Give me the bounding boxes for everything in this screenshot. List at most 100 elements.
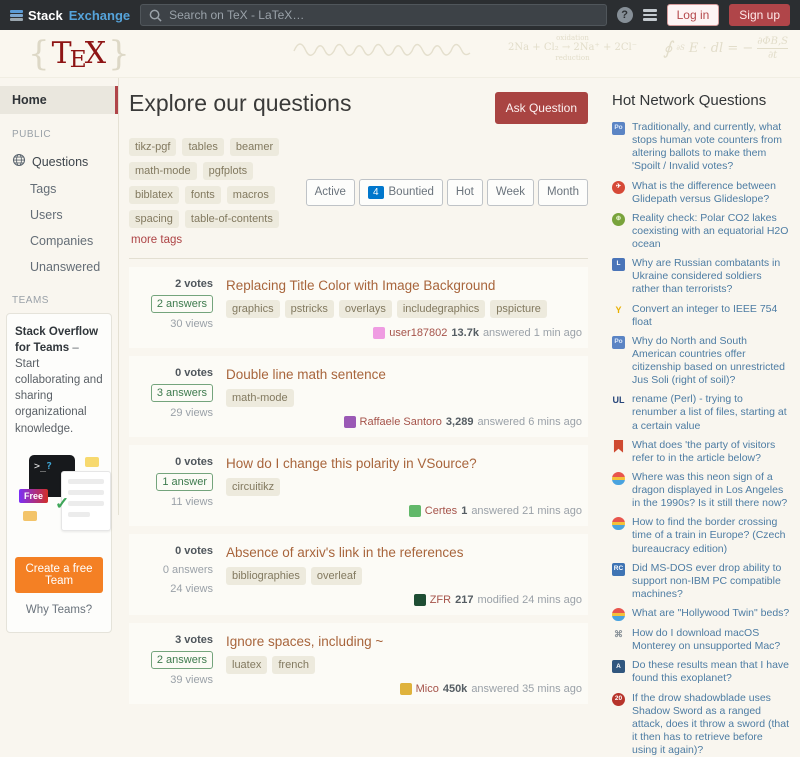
sidebar-item-unanswered[interactable]: Unanswered [0,254,118,280]
stackexchange-logo[interactable]: StackExchange [10,8,130,23]
tag-table-of-contents[interactable]: table-of-contents [185,210,279,228]
tag-overlays[interactable]: overlays [339,300,392,318]
question-title-link[interactable]: Ignore spaces, including ~ [226,634,582,649]
user-reputation: 450k [443,683,467,695]
aviation-icon: ✈ [612,181,625,194]
hot-question-link[interactable]: What are "Hollywood Twin" beds? [632,607,789,620]
sidebar-item-users[interactable]: Users [0,202,118,228]
question-stats: 2 votes2 answers30 views [129,278,213,339]
vote-count: 3 votes [175,634,213,646]
question-title-link[interactable]: How do I change this polarity in VSource… [226,456,582,471]
hot-question-link[interactable]: Do these results mean that I have found … [632,659,790,685]
tag-pgfplots[interactable]: pgfplots [203,162,254,180]
hot-question-link[interactable]: Convert an integer to IEEE 754 float [632,303,790,329]
user-link[interactable]: Raffaele Santoro [360,416,442,428]
user-reputation: 3,289 [446,416,474,428]
ask-question-button[interactable]: Ask Question [495,92,588,124]
logo-letter-t: T [52,36,72,71]
hot-question-link[interactable]: Why do North and South American countrie… [632,335,790,388]
question-list: 2 votes2 answers30 views Replacing Title … [129,267,588,704]
vote-count: 0 votes [175,456,213,468]
more-tags-link[interactable]: more tags [131,234,182,246]
hot-question-link[interactable]: Why are Russian combatants in Ukraine co… [632,257,790,296]
user-link[interactable]: Certes [425,505,457,517]
hot-question-link[interactable]: If the drow shadowblade uses Shadow Swor… [632,692,790,757]
hot-question-link[interactable]: How do I download macOS Monterey on unsu… [632,627,790,653]
stackexchange-logo-icon [10,10,23,21]
filter-tab-bountied[interactable]: 4Bountied [359,179,443,206]
tag-biblatex[interactable]: biblatex [129,186,179,204]
sidebar-item-home[interactable]: Home [0,86,118,114]
hot-question-link[interactable]: What does 'the party of visitors refer t… [632,439,790,465]
activity-text: modified 24 mins ago [477,594,582,606]
tag-pspicture[interactable]: pspicture [490,300,547,318]
page-title: Explore our questions [129,90,351,117]
tag-circuitikz[interactable]: circuitikz [226,478,280,496]
tag-tables[interactable]: tables [182,138,223,156]
hot-question-link[interactable]: rename (Perl) - trying to renumber a lis… [632,393,790,432]
tag-includegraphics[interactable]: includegraphics [397,300,485,318]
question-stats: 0 votes3 answers29 views [129,367,213,428]
filter-tab-hot[interactable]: Hot [447,179,483,206]
login-button[interactable]: Log in [667,4,720,26]
tag-math-mode[interactable]: math-mode [129,162,197,180]
tag-fonts[interactable]: fonts [185,186,221,204]
teams-illustration: >_? Free ✓ [15,447,103,549]
tag-math-mode[interactable]: math-mode [226,389,294,407]
hot-question-link[interactable]: Where was this neon sign of a dragon dis… [632,471,790,510]
create-team-button[interactable]: Create a free Team [15,557,103,593]
hot-question-item: How to find the border crossing time of … [612,516,790,555]
tag-beamer[interactable]: beamer [230,138,279,156]
question-title-link[interactable]: Double line math sentence [226,367,582,382]
user-link[interactable]: ZFR [430,594,451,606]
sidebar-item-companies[interactable]: Companies [0,228,118,254]
filter-tab-week[interactable]: Week [487,179,534,206]
chemistry-formula-decoration: oxidation 2Na + Cl₂ → 2Na⁺ + 2Cl⁻ reduct… [508,34,637,63]
tag-bibliographies[interactable]: bibliographies [226,567,306,585]
tag-pstricks[interactable]: pstricks [285,300,334,318]
user-link[interactable]: Mico [416,683,439,695]
tag-macros[interactable]: macros [227,186,275,204]
hot-question-link[interactable]: Traditionally, and currently, what stops… [632,121,790,174]
main-column: Explore our questions Ask Question tikz-… [119,78,598,515]
sidebar-item-tags[interactable]: Tags [0,176,118,202]
vote-count: 2 votes [175,278,213,290]
signup-button[interactable]: Sign up [729,4,790,26]
logo-brace-open: { [28,34,50,74]
question-title-link[interactable]: Replacing Title Color with Image Backgro… [226,278,582,293]
hot-question-link[interactable]: Reality check: Polar CO2 lakes coexistin… [632,212,790,251]
user-avatar [373,327,385,339]
tag-french[interactable]: french [272,656,315,674]
hot-question-item: Where was this neon sign of a dragon dis… [612,471,790,510]
hot-question-item: LWhy are Russian combatants in Ukraine c… [612,257,790,296]
logo-letter-x: X [85,36,106,71]
site-switcher-icon[interactable] [643,9,657,21]
hot-question-link[interactable]: What is the difference between Glidepath… [632,180,790,206]
tex-site-logo[interactable]: {TEX} [26,34,132,74]
help-icon[interactable]: ? [617,7,633,23]
search-input[interactable] [169,8,597,22]
question-row: 2 votes2 answers30 views Replacing Title … [129,267,588,348]
filter-tab-month[interactable]: Month [538,179,588,206]
question-content: Absence of arxiv's link in the reference… [226,545,582,606]
faraday-formula-decoration: ∮∂S E · dl = − ∂ΦB,S∂t [663,35,788,62]
filter-tab-active[interactable]: Active [306,179,355,206]
tag-overleaf[interactable]: overleaf [311,567,362,585]
tag-graphics[interactable]: graphics [226,300,280,318]
question-title-link[interactable]: Absence of arxiv's link in the reference… [226,545,582,560]
tag-spacing[interactable]: spacing [129,210,179,228]
site-header: {TEX} oxidation 2Na + Cl₂ → 2Na⁺ + 2Cl⁻ … [0,30,800,78]
hot-question-item: ⊕Reality check: Polar CO2 lakes coexisti… [612,212,790,251]
why-teams-link[interactable]: Why Teams? [15,602,103,618]
tag-tikz-pgf[interactable]: tikz-pgf [129,138,176,156]
hot-question-link[interactable]: Did MS-DOS ever drop ability to support … [632,562,790,601]
hot-question-link[interactable]: How to find the border crossing time of … [632,516,790,555]
hot-network-title: Hot Network Questions [612,92,790,109]
user-link[interactable]: user187802 [389,327,447,339]
sidebar-item-questions[interactable]: Questions [0,147,118,176]
search-box[interactable] [140,4,606,26]
hot-question-item: What are "Hollywood Twin" beds? [612,607,790,621]
apple-icon: ⌘ [612,628,625,641]
hot-question-item: 20If the drow shadowblade uses Shadow Sw… [612,692,790,757]
tag-luatex[interactable]: luatex [226,656,267,674]
